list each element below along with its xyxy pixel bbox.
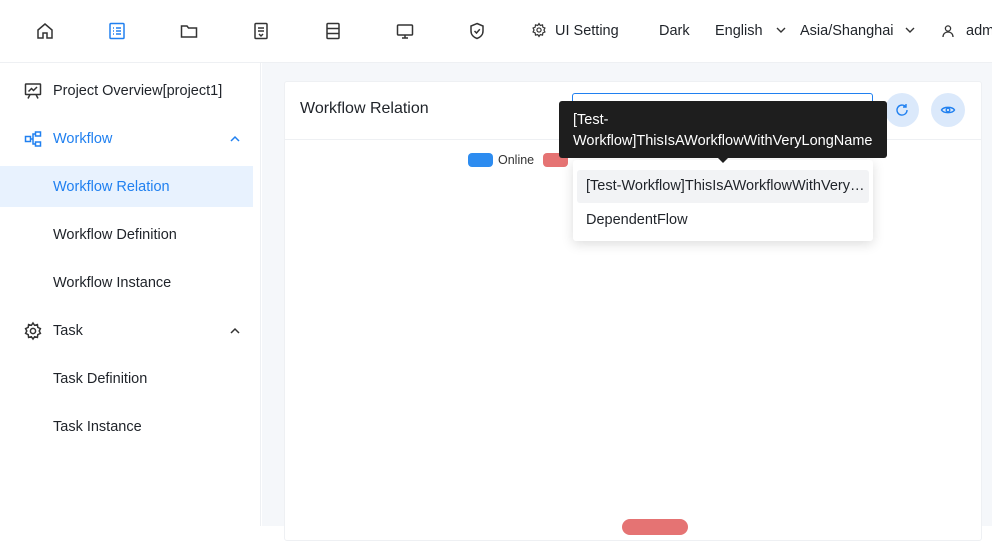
chevron-up-icon[interactable] <box>228 132 242 146</box>
project-icon[interactable] <box>106 20 128 42</box>
dropdown-option-dependentflow[interactable]: DependentFlow <box>577 204 869 237</box>
workflow-icon <box>24 131 42 147</box>
ui-setting-button[interactable]: UI Setting <box>555 22 619 40</box>
theme-toggle[interactable]: Dark <box>659 22 690 40</box>
user-icon[interactable] <box>941 24 955 38</box>
sidebar-item-label: Workflow Relation <box>53 178 170 195</box>
security-icon[interactable] <box>466 20 488 42</box>
refresh-button[interactable] <box>885 93 919 127</box>
top-bar: UI Setting Dark English Asia/Shanghai ad… <box>0 0 992 63</box>
language-select[interactable]: English <box>715 22 763 40</box>
sidebar-item-workflow-relation[interactable]: Workflow Relation <box>0 166 253 207</box>
tooltip-arrow <box>717 157 729 163</box>
gear-icon[interactable] <box>530 21 548 39</box>
chevron-down-icon[interactable] <box>904 24 916 36</box>
sidebar-item-task-instance[interactable]: Task Instance <box>0 406 253 447</box>
sidebar-item-task[interactable]: Task <box>0 310 253 351</box>
legend-online-swatch[interactable] <box>468 153 493 167</box>
monitor-icon[interactable] <box>394 20 416 42</box>
page-title: Workflow Relation <box>300 100 429 117</box>
datasource-icon[interactable] <box>250 20 272 42</box>
sidebar-item-label: Task Definition <box>53 370 148 387</box>
chevron-up-icon[interactable] <box>228 324 242 338</box>
gear-icon <box>24 321 42 341</box>
sidebar-item-label: Task Instance <box>53 418 142 435</box>
graph-node[interactable] <box>622 519 688 535</box>
user-menu[interactable]: adm <box>966 22 992 40</box>
sidebar-item-workflow[interactable]: Workflow <box>0 118 253 159</box>
option-tooltip: [Test-Workflow]ThisIsAWorkflowWithVeryLo… <box>559 101 887 158</box>
sidebar-item-workflow-instance[interactable]: Workflow Instance <box>0 262 253 303</box>
sidebar-item-label: Task <box>53 322 83 339</box>
folder-icon[interactable] <box>178 20 200 42</box>
sidebar-item-label: Project Overview[project1] <box>53 82 223 99</box>
chevron-down-icon[interactable] <box>775 24 787 36</box>
legend-online-label[interactable]: Online <box>498 153 534 167</box>
home-icon[interactable] <box>34 20 56 42</box>
sidebar-item-label: Workflow <box>53 130 113 147</box>
refresh-icon <box>896 104 908 116</box>
presentation-icon <box>24 83 42 99</box>
server-icon[interactable] <box>322 20 344 42</box>
timezone-select[interactable]: Asia/Shanghai <box>800 22 894 40</box>
sidebar-item-label: Workflow Instance <box>53 274 172 291</box>
sidebar-item-task-definition[interactable]: Task Definition <box>0 358 253 399</box>
sidebar-item-label: Workflow Definition <box>53 226 177 243</box>
dropdown-option-test-workflow[interactable]: [Test-Workflow]ThisIsAWorkflowWithVeryLo… <box>577 170 869 203</box>
view-toggle-button[interactable] <box>931 93 965 127</box>
sidebar-item-workflow-definition[interactable]: Workflow Definition <box>0 214 253 255</box>
eye-icon <box>940 106 956 114</box>
sidebar-item-project-overview[interactable]: Project Overview[project1] <box>0 70 253 111</box>
